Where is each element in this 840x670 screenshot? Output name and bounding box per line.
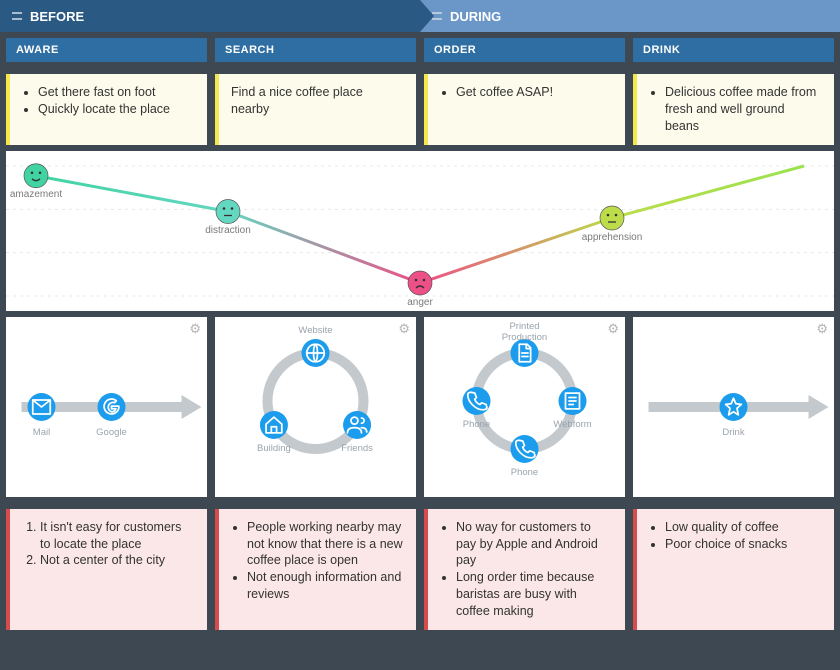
touchpoint-cell: ⚙ Drink (633, 317, 834, 497)
need-card[interactable]: Find a nice coffee place nearby (215, 74, 416, 145)
touchpoint-cell: ⚙ Mail Google (6, 317, 207, 497)
svg-text:Webform: Webform (553, 419, 591, 430)
svg-text:Google: Google (96, 427, 127, 438)
need-card[interactable]: Get there fast on footQuickly locate the… (6, 74, 207, 145)
stage-row: AWARE SEARCH ORDER DRINK (0, 32, 840, 68)
gear-icon[interactable]: ⚙ (398, 321, 410, 337)
stage-aware[interactable]: AWARE (6, 38, 207, 62)
need-card[interactable]: Delicious coffee made from fresh and wel… (633, 74, 834, 145)
touchpoints-row: ⚙ Mail Google⚙ Website Friends Building⚙… (0, 311, 840, 503)
emotion-label: distraction (205, 225, 251, 236)
phase-before-label: BEFORE (30, 9, 84, 24)
needs-row: Get there fast on footQuickly locate the… (0, 68, 840, 151)
emotion-chart: amazement distraction anger apprehension (6, 151, 834, 311)
svg-text:Phone: Phone (511, 467, 538, 478)
emotion-label: apprehension (582, 232, 643, 243)
emotion-label: amazement (10, 189, 62, 200)
drag-icon (12, 11, 22, 21)
svg-text:Website: Website (298, 325, 332, 336)
phase-during[interactable]: DURING (420, 0, 840, 32)
stage-drink[interactable]: DRINK (633, 38, 834, 62)
svg-text:Production: Production (502, 332, 547, 343)
gear-icon[interactable]: ⚙ (189, 321, 201, 337)
phase-during-label: DURING (450, 9, 501, 24)
svg-text:Mail: Mail (33, 427, 50, 438)
phase-row: BEFORE DURING (0, 0, 840, 32)
gear-icon[interactable]: ⚙ (607, 321, 619, 337)
touchpoint-cell: ⚙ Website Friends Building (215, 317, 416, 497)
svg-text:Building: Building (257, 443, 291, 454)
problem-card[interactable]: No way for customers to pay by Apple and… (424, 509, 625, 630)
svg-text:Phone: Phone (463, 419, 490, 430)
problems-row: It isn't easy for customers to locate th… (0, 503, 840, 636)
svg-text:Drink: Drink (722, 427, 744, 438)
problem-card[interactable]: People working nearby may not know that … (215, 509, 416, 630)
phase-before[interactable]: BEFORE (0, 0, 420, 32)
stage-search[interactable]: SEARCH (215, 38, 416, 62)
problem-card[interactable]: It isn't easy for customers to locate th… (6, 509, 207, 630)
gear-icon[interactable]: ⚙ (816, 321, 828, 337)
need-card[interactable]: Get coffee ASAP! (424, 74, 625, 145)
problem-card[interactable]: Low quality of coffeePoor choice of snac… (633, 509, 834, 630)
svg-text:Printed: Printed (509, 321, 539, 332)
svg-text:Friends: Friends (341, 443, 373, 454)
stage-order[interactable]: ORDER (424, 38, 625, 62)
emotion-label: anger (407, 297, 433, 308)
touchpoint-cell: ⚙ PrintedProduction Webform Phone Phone (424, 317, 625, 497)
